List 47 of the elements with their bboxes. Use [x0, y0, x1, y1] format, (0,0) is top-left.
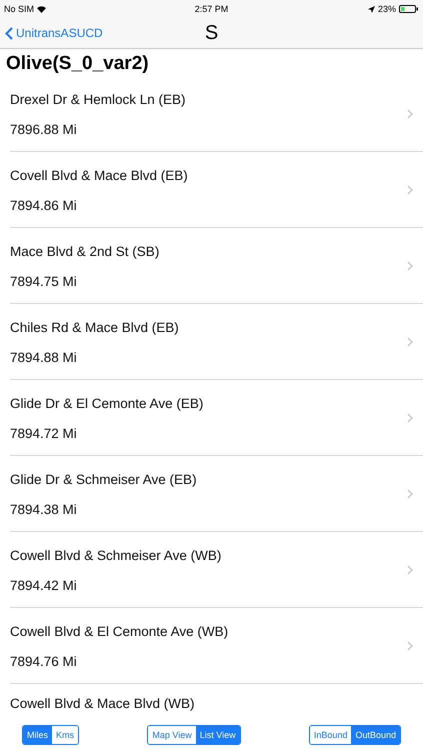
stop-row[interactable]: Glide Dr & El Cemonte Ave (EB) 7894.72 Mi	[10, 380, 423, 456]
chevron-right-icon	[407, 640, 413, 650]
segment-button[interactable]: OutBound	[351, 726, 400, 744]
segment-button[interactable]: List View	[196, 726, 240, 744]
stop-row[interactable]: Cowell Blvd & El Cemonte Ave (WB) 7894.76 Mi	[10, 608, 423, 684]
chevron-right-icon	[407, 564, 413, 574]
stop-distance: 7894.86 Mi	[10, 198, 78, 213]
stop-name: Cowell Blvd & Mace Blvd (WB)	[10, 696, 195, 711]
stop-name: Drexel Dr & Hemlock Ln (EB)	[10, 92, 186, 107]
stop-row[interactable]: Mace Blvd & 2nd St (SB) 7894.75 Mi	[10, 228, 423, 304]
stop-name: Glide Dr & Schmeiser Ave (EB)	[10, 472, 197, 487]
stop-row[interactable]: Drexel Dr & Hemlock Ln (EB) 7896.88 Mi	[10, 76, 423, 152]
stop-name: Mace Blvd & 2nd St (SB)	[10, 244, 160, 259]
stop-name: Chiles Rd & Mace Blvd (EB)	[10, 320, 179, 335]
chevron-right-icon	[407, 260, 413, 270]
chevron-right-icon	[407, 412, 413, 422]
stop-row[interactable]: Covell Blvd & Mace Blvd (EB) 7894.86 Mi	[10, 152, 423, 228]
stop-distance: 7894.42 Mi	[10, 578, 78, 593]
stop-distance: 7894.75 Mi	[10, 274, 78, 289]
stop-distance: 7896.88 Mi	[10, 122, 78, 137]
wifi-icon	[37, 6, 46, 12]
stop-row[interactable]: Cowell Blvd & Schmeiser Ave (WB) 7894.42 Mi	[10, 532, 423, 608]
screen-title: S	[204, 22, 218, 44]
battery-icon	[399, 5, 419, 13]
stop-row[interactable]: Glide Dr & Schmeiser Ave (EB) 7894.38 Mi	[10, 456, 423, 532]
location-arrow-icon	[368, 6, 375, 12]
stop-distance: 7894.76 Mi	[10, 654, 78, 669]
stop-name: Cowell Blvd & Schmeiser Ave (WB)	[10, 548, 222, 563]
stop-name: Glide Dr & El Cemonte Ave (EB)	[10, 396, 204, 411]
stop-row[interactable]: Chiles Rd & Mace Blvd (EB) 7894.88 Mi	[10, 304, 423, 380]
segment-button[interactable]: Miles	[23, 726, 52, 744]
carrier-label: No SIM	[4, 4, 34, 14]
chevron-right-icon	[407, 336, 413, 346]
stop-distance: 7894.72 Mi	[10, 426, 78, 441]
stop-name: Cowell Blvd & El Cemonte Ave (WB)	[10, 624, 228, 639]
stop-name: Covell Blvd & Mace Blvd (EB)	[10, 168, 188, 183]
chevron-right-icon	[407, 488, 413, 498]
stop-distance: 7894.88 Mi	[10, 350, 78, 365]
chevron-right-icon	[407, 184, 413, 194]
chevron-left-icon	[5, 26, 13, 40]
back-button[interactable]: UnitransASUCD	[0, 26, 103, 40]
stop-distance: 7894.38 Mi	[10, 502, 78, 517]
chevron-right-icon	[407, 108, 413, 118]
route-title: Olive(S_0_var2)	[5, 52, 150, 76]
clock-time: 2:57 PM	[194, 4, 228, 14]
battery-percent: 23%	[378, 4, 396, 14]
stop-row[interactable]: Cowell Blvd & Mace Blvd (WB)	[10, 684, 423, 718]
